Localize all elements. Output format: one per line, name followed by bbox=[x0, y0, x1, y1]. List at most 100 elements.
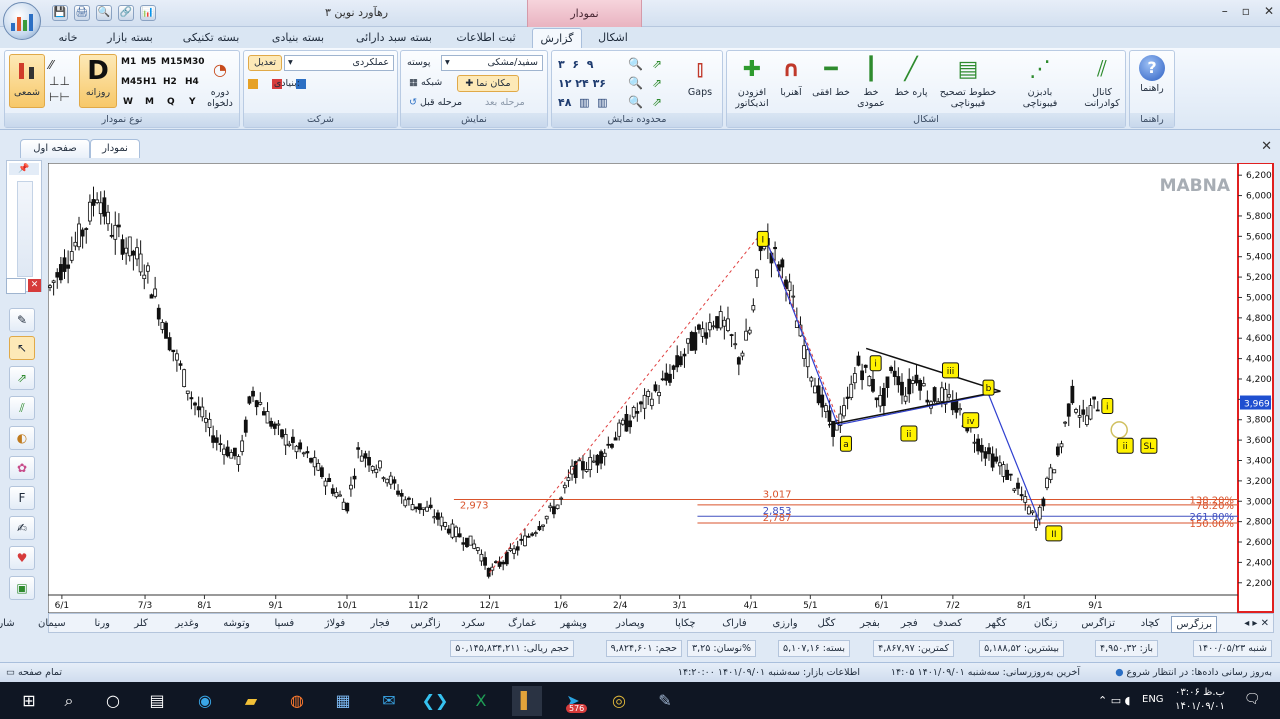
candle[interactable] bbox=[475, 547, 480, 551]
candle[interactable] bbox=[1041, 498, 1046, 507]
candle[interactable] bbox=[722, 319, 727, 327]
candle[interactable] bbox=[885, 376, 890, 388]
candle[interactable] bbox=[193, 402, 197, 406]
candle[interactable] bbox=[345, 502, 350, 512]
candle[interactable] bbox=[602, 452, 607, 457]
candle[interactable] bbox=[900, 381, 904, 396]
zoom-slider[interactable] bbox=[17, 181, 33, 277]
symbol-tab[interactable]: کچاد bbox=[1141, 616, 1160, 631]
candle[interactable] bbox=[671, 365, 676, 370]
candle[interactable] bbox=[755, 269, 759, 279]
candle[interactable] bbox=[606, 443, 611, 446]
candle[interactable] bbox=[610, 443, 614, 448]
symbol-tab[interactable]: زنگان bbox=[1034, 616, 1058, 631]
candle[interactable] bbox=[135, 247, 139, 260]
candle[interactable] bbox=[479, 553, 484, 562]
candle[interactable] bbox=[185, 390, 190, 394]
candle[interactable] bbox=[842, 405, 846, 417]
candle[interactable] bbox=[1016, 482, 1020, 489]
close-icon[interactable]: ✕ bbox=[1261, 139, 1272, 154]
symbol-tab[interactable]: فسپا bbox=[274, 616, 294, 631]
candle[interactable] bbox=[483, 557, 487, 566]
symbol-tab[interactable]: کلر bbox=[134, 616, 148, 631]
candle[interactable] bbox=[269, 420, 274, 427]
candle[interactable] bbox=[530, 533, 535, 536]
candle[interactable] bbox=[243, 419, 248, 433]
dev-tool-icon[interactable]: ❮❯ bbox=[420, 686, 450, 716]
symbol-tab[interactable]: کگهر bbox=[986, 616, 1006, 631]
candle[interactable] bbox=[747, 329, 752, 334]
firefox-icon[interactable]: ◍ bbox=[282, 686, 312, 716]
print-icon[interactable]: 🖨 bbox=[74, 5, 90, 21]
tab-portfolio[interactable]: بسته سبد دارائی bbox=[346, 28, 442, 48]
candle[interactable] bbox=[262, 411, 266, 416]
candle[interactable] bbox=[432, 516, 437, 519]
candle[interactable] bbox=[628, 420, 632, 428]
candle[interactable] bbox=[715, 316, 719, 329]
candle[interactable] bbox=[718, 311, 723, 329]
candle[interactable] bbox=[164, 322, 168, 339]
symbol-tab[interactable]: زاگرس bbox=[411, 616, 441, 631]
candle[interactable] bbox=[595, 454, 600, 466]
candle[interactable] bbox=[102, 197, 107, 217]
candle[interactable] bbox=[156, 307, 161, 320]
candle[interactable] bbox=[327, 478, 332, 482]
candle[interactable] bbox=[972, 441, 977, 444]
candle[interactable] bbox=[918, 380, 923, 391]
candle[interactable] bbox=[1034, 519, 1039, 528]
notification-icon[interactable]: 🗨 bbox=[1244, 692, 1261, 707]
tool-note[interactable]: ✍ bbox=[9, 516, 35, 540]
close-button[interactable]: ✕ bbox=[1264, 4, 1274, 18]
candle[interactable] bbox=[736, 357, 741, 365]
candle[interactable] bbox=[203, 418, 208, 423]
candle[interactable] bbox=[910, 380, 915, 384]
tool-trend[interactable]: ⇗ bbox=[9, 366, 35, 390]
candle[interactable] bbox=[446, 528, 451, 534]
candle[interactable] bbox=[381, 477, 386, 480]
candle[interactable] bbox=[1055, 446, 1060, 456]
candle[interactable] bbox=[780, 259, 785, 268]
candle[interactable] bbox=[287, 443, 292, 446]
candle[interactable] bbox=[820, 394, 825, 408]
candle[interactable] bbox=[378, 460, 382, 469]
segment-button[interactable]: ╱ پاره خط bbox=[891, 55, 931, 98]
candle[interactable] bbox=[874, 397, 879, 401]
candle[interactable] bbox=[892, 370, 897, 377]
candle[interactable] bbox=[338, 494, 342, 497]
language-indicator[interactable]: ENG bbox=[1142, 694, 1164, 705]
candle[interactable] bbox=[352, 475, 357, 480]
candle[interactable] bbox=[863, 364, 868, 368]
candle[interactable] bbox=[1008, 473, 1013, 476]
candle[interactable] bbox=[954, 399, 959, 413]
tool-fib[interactable]: ◐ bbox=[9, 426, 35, 450]
tf-h2[interactable]: H2 bbox=[163, 77, 177, 87]
save-icon[interactable]: 💾 bbox=[52, 5, 68, 21]
candle[interactable] bbox=[211, 435, 216, 443]
candle[interactable] bbox=[149, 294, 154, 299]
candle[interactable] bbox=[1092, 396, 1097, 400]
candle[interactable] bbox=[251, 390, 255, 397]
candle[interactable] bbox=[388, 475, 393, 485]
candle[interactable] bbox=[646, 390, 651, 397]
candle[interactable] bbox=[301, 452, 306, 455]
trend-icons[interactable]: ⇗ ⇗ ⇗ bbox=[652, 55, 662, 112]
candle[interactable] bbox=[845, 396, 850, 399]
candle[interactable] bbox=[903, 395, 908, 402]
candle[interactable] bbox=[494, 561, 498, 564]
candle[interactable] bbox=[247, 396, 252, 404]
candle[interactable] bbox=[120, 239, 125, 255]
candle[interactable] bbox=[689, 331, 694, 351]
tray-icons[interactable]: ⌃ ▭ ◖ bbox=[1098, 694, 1130, 707]
candle[interactable] bbox=[182, 369, 187, 387]
candle[interactable] bbox=[871, 378, 875, 392]
candle[interactable] bbox=[773, 246, 777, 250]
symbol-tab[interactable]: فجار bbox=[370, 616, 389, 631]
symbol-nav[interactable]: ◂ ▸ ✕ bbox=[1244, 616, 1269, 631]
candle[interactable] bbox=[443, 522, 448, 527]
candle[interactable] bbox=[258, 401, 263, 405]
symbol-tab[interactable]: غمارگ bbox=[508, 616, 536, 631]
candle[interactable] bbox=[280, 429, 284, 438]
tool-heart[interactable]: ♥ bbox=[9, 546, 35, 570]
candle[interactable] bbox=[225, 446, 230, 457]
symbol-tab[interactable]: شاراک bbox=[0, 616, 15, 631]
